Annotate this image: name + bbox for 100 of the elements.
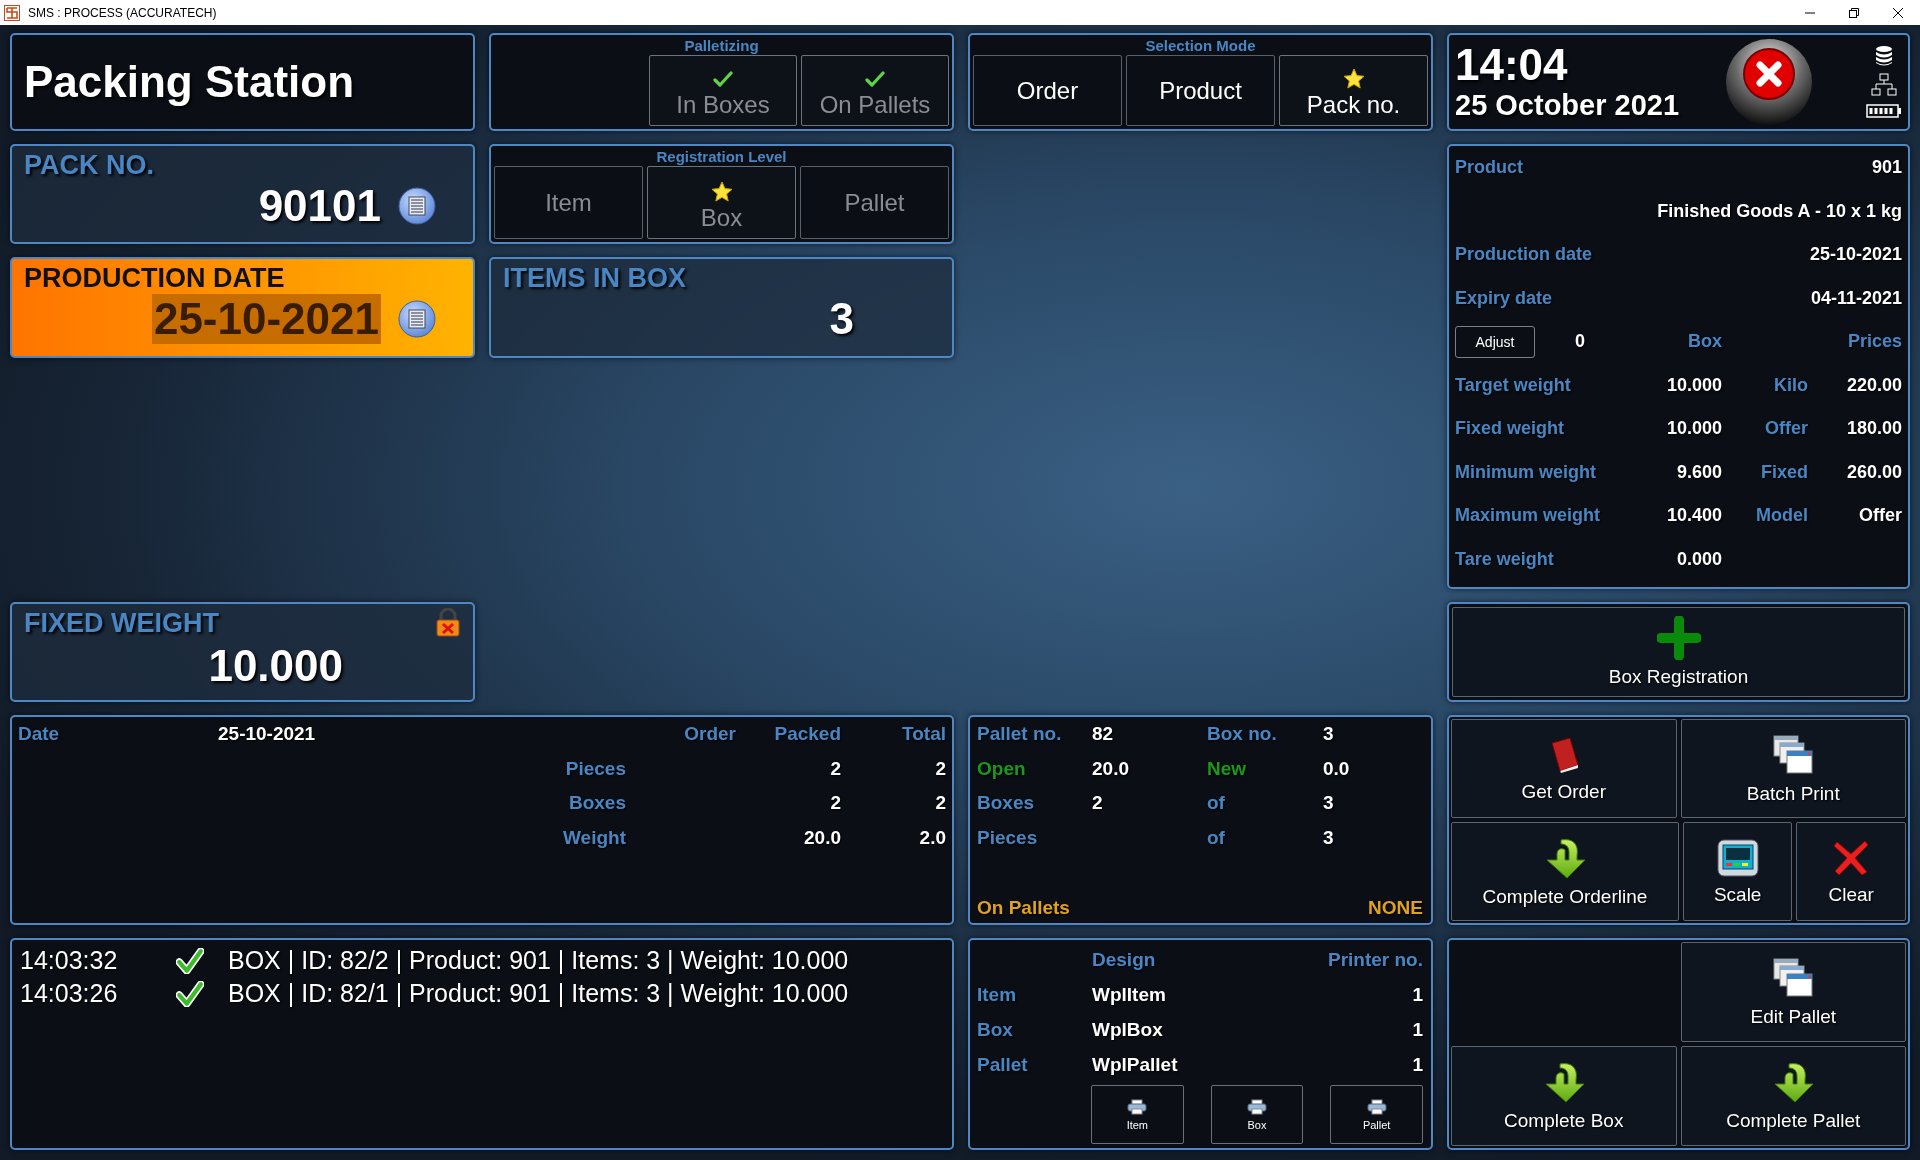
log-time: 14:03:32 <box>20 946 119 975</box>
star-icon <box>709 180 734 204</box>
print-button[interactable]: Item <box>1091 1085 1184 1144</box>
column-header: Design <box>1092 948 1157 971</box>
field-value: 82 <box>1092 723 1115 746</box>
field-value: 20.0 <box>1092 757 1130 780</box>
level-button: Pallet <box>800 166 949 239</box>
printer-icon <box>1127 1098 1148 1115</box>
field-value: 04-11-2021 <box>1809 287 1902 309</box>
column-header: Order <box>683 723 736 746</box>
field-label: Product <box>1455 157 1524 179</box>
price-value: 260.00 <box>1845 461 1902 483</box>
panel-title: ITEMS IN BOX <box>502 262 687 294</box>
action-button[interactable]: Scale <box>1682 822 1793 921</box>
table-cell-text: 2 <box>829 757 841 780</box>
table-cell-text: 2 <box>829 792 841 815</box>
group-title: Selection Mode <box>1144 37 1257 55</box>
field-label: Expiry date <box>1455 287 1554 309</box>
date-value: 25-10-2021 <box>218 723 317 746</box>
field-label: Boxes <box>977 792 1036 815</box>
adjust-button[interactable]: Adjust <box>1455 325 1535 358</box>
panel-title: FIXED WEIGHT <box>23 607 219 639</box>
field-label: Box <box>977 1018 1014 1041</box>
price-value: 220.00 <box>1845 374 1902 396</box>
field-label: New <box>1207 757 1248 780</box>
price-label: Offer <box>1764 418 1808 440</box>
print-button[interactable]: Pallet <box>1330 1085 1423 1144</box>
restore-icon <box>1848 6 1860 19</box>
action-button[interactable]: Complete Box <box>1451 1046 1677 1146</box>
footer-label: On Pallets <box>977 897 1070 919</box>
group-title: Palletizing <box>683 37 760 55</box>
box-registration-button[interactable]: Box Registration <box>1452 607 1905 697</box>
group-title: Registration Level <box>655 148 788 166</box>
action-button[interactable]: Clear <box>1796 822 1906 921</box>
field-label: Minimum weight <box>1455 461 1597 483</box>
battery-icon <box>1866 103 1902 119</box>
label-design: WplBox <box>1092 1018 1164 1041</box>
print-button[interactable]: Box <box>1210 1085 1304 1144</box>
price-label: Fixed <box>1760 461 1808 483</box>
field-value: 9.600 <box>1675 461 1722 483</box>
field-label: Tare weight <box>1455 548 1555 570</box>
field-label: Item <box>977 983 1018 1006</box>
printer-icon <box>1366 1098 1387 1115</box>
plus-icon <box>1656 616 1701 660</box>
printer-number: 1 <box>1411 1053 1423 1076</box>
mode-button[interactable]: Product <box>1126 55 1275 126</box>
row-label: Weight <box>562 826 626 849</box>
table-cell-text: 20.0 <box>803 826 841 849</box>
product-description: Finished Goods A - 10 x 1 kg <box>1656 200 1902 222</box>
action-button[interactable]: Get Order <box>1451 719 1677 818</box>
price-label: Kilo <box>1773 374 1808 396</box>
field-label: Box no. <box>1207 723 1278 746</box>
price-label: Model <box>1755 505 1808 527</box>
log-time: 14:03:26 <box>20 979 119 1008</box>
table-cell-text: 2.0 <box>918 826 946 849</box>
field-value: 3 <box>1323 826 1335 849</box>
action-button[interactable]: Batch Print <box>1680 719 1906 818</box>
field-value: 10.000 <box>1665 418 1722 440</box>
footer-value: NONE <box>1368 897 1423 919</box>
printer-number: 1 <box>1411 1018 1423 1041</box>
panel-title: PACK NO. <box>23 149 155 181</box>
list-button[interactable] <box>397 186 437 226</box>
field-label: Target weight <box>1455 374 1572 396</box>
field-value: 2 <box>1092 792 1104 815</box>
price-value: Offer <box>1858 505 1902 527</box>
field-value: 3 <box>1323 792 1335 815</box>
level-button: Item <box>494 166 643 239</box>
database-icon <box>1874 45 1894 67</box>
app-icon <box>4 4 20 21</box>
column-header: Prices <box>1846 331 1902 353</box>
label-design: WplItem <box>1092 983 1167 1006</box>
stacked-windows-icon <box>1771 956 1816 1000</box>
fixed-weight-value: 10.000 <box>208 641 343 691</box>
column-header: Box <box>1687 331 1722 353</box>
action-button[interactable]: Edit Pallet <box>1680 942 1906 1042</box>
stop-button[interactable] <box>1724 37 1814 127</box>
mode-button[interactable]: Pack no. <box>1279 55 1428 126</box>
check-icon <box>865 71 885 87</box>
field-label: Pieces <box>977 826 1039 849</box>
pack-number: 90101 <box>258 181 381 231</box>
panel-title: PRODUCTION DATE <box>23 262 286 294</box>
row-label: Boxes <box>567 792 626 815</box>
window-title: SMS : PROCESS (ACCURATECH) <box>28 5 217 20</box>
table-cell-text: 2 <box>934 757 946 780</box>
price-value: 180.00 <box>1845 418 1902 440</box>
field-value: 10.000 <box>1665 374 1722 396</box>
action-button[interactable]: Complete Pallet <box>1680 1046 1906 1146</box>
printer-icon <box>1247 1098 1267 1115</box>
clock-time: 14:04 <box>1455 42 1569 88</box>
mode-button[interactable]: Order <box>973 55 1122 126</box>
field-label: Pallet <box>977 1053 1029 1076</box>
field-label: Fixed weight <box>1455 418 1565 440</box>
field-label: Pallet no. <box>977 723 1063 746</box>
log-message: BOX | ID: 82/2 | Product: 901 | Items: 3 | Weight: 10.000 <box>228 946 849 975</box>
field-value: 0.000 <box>1675 548 1722 570</box>
field-value: 25-10-2021 <box>1808 244 1902 266</box>
column-header: Printer no. <box>1327 948 1423 971</box>
action-button[interactable]: Complete Orderline <box>1451 822 1679 921</box>
column-header: Total <box>901 723 946 746</box>
scale-display-icon <box>1715 837 1760 878</box>
